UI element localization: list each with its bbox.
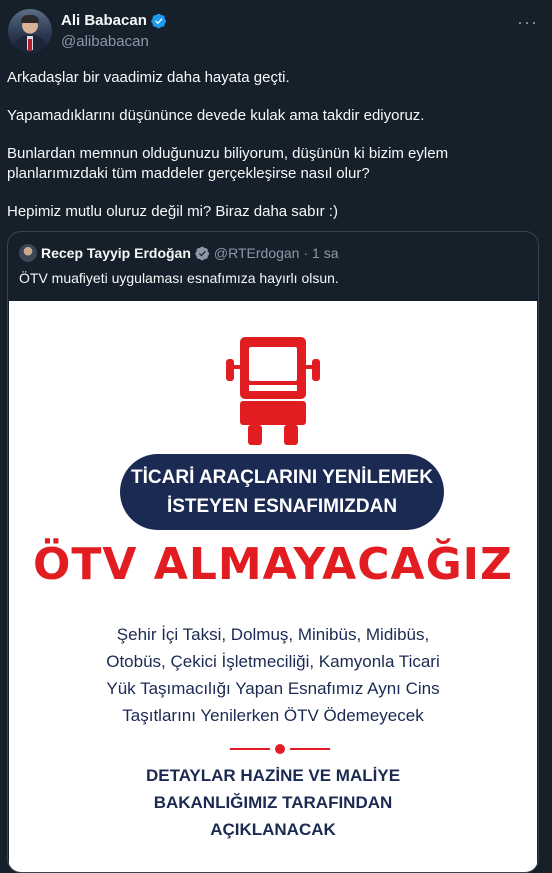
- verified-badge-icon: [151, 13, 166, 28]
- quoted-media-image[interactable]: TİCARİ ARAÇLARINI YENİLEMEK İSTEYEN ESNA…: [9, 301, 537, 872]
- quoted-author-avatar[interactable]: [19, 244, 37, 262]
- verified-badge-icon: [195, 246, 209, 260]
- poster-headline: ÖTV ALMAYACAĞIZ: [33, 539, 513, 590]
- author-name-row: Ali Babacan: [61, 12, 167, 29]
- author-name[interactable]: Ali Babacan: [61, 12, 147, 29]
- poster-footer-line: BAKANLIĞIMIZ TARAFINDAN: [153, 793, 393, 812]
- poster-pill-line: TİCARİ ARAÇLARINI YENİLEMEK: [131, 467, 433, 488]
- quoted-timestamp[interactable]: · 1 sa: [303, 245, 338, 261]
- tweet-paragraph: Arkadaşlar bir vaadimiz daha hayata geçt…: [7, 69, 290, 86]
- tweet-body: Arkadaşlar bir vaadimiz daha hayata geçt…: [7, 68, 537, 240]
- tweet-paragraph: Bunlardan memnun olduğunuzu biliyorum, d…: [7, 145, 449, 182]
- poster-description: Şehir İçi Taksi, Dolmuş, Minibüs, Midibü…: [9, 621, 537, 729]
- quoted-tweet-text: ÖTV muafiyeti uygulaması esnafımıza hayı…: [19, 270, 339, 286]
- quoted-author-name[interactable]: Recep Tayyip Erdoğan: [41, 245, 191, 261]
- truck-icon: [226, 337, 320, 445]
- poster-footer-line: DETAYLAR HAZİNE VE MALİYE: [145, 766, 401, 785]
- quoted-tweet-header: Recep Tayyip Erdoğan @RTErdogan · 1 sa: [19, 244, 338, 262]
- tweet-paragraph: Hepimiz mutlu oluruz değil mi? Biraz dah…: [7, 203, 338, 220]
- poster-footer: DETAYLAR HAZİNE VE MALİYE BAKANLIĞIMIZ T…: [9, 762, 537, 843]
- quoted-author-handle[interactable]: @RTErdogan: [214, 245, 300, 261]
- poster-description-line: Yük Taşımacılığı Yapan Esnafımız Aynı Ci…: [106, 679, 440, 698]
- poster-description-line: Şehir İçi Taksi, Dolmuş, Minibüs, Midibü…: [116, 625, 430, 644]
- poster-pill-line: İSTEYEN ESNAFIMIZDAN: [166, 496, 398, 517]
- poster-divider: [230, 744, 330, 754]
- quoted-tweet[interactable]: Recep Tayyip Erdoğan @RTErdogan · 1 sa Ö…: [7, 231, 539, 873]
- poster-pill: TİCARİ ARAÇLARINI YENİLEMEK İSTEYEN ESNA…: [120, 454, 444, 530]
- author-handle[interactable]: @alibabacan: [61, 33, 149, 50]
- poster-description-line: Taşıtlarını Yenilerken ÖTV Ödemeyecek: [122, 706, 424, 725]
- poster-footer-line: AÇIKLANACAK: [210, 820, 336, 839]
- more-options-icon[interactable]: ···: [517, 12, 538, 33]
- poster-description-line: Otobüs, Çekici İşletmeciliği, Kamyonla T…: [106, 652, 440, 671]
- author-avatar[interactable]: [8, 9, 52, 53]
- tweet-header: Ali Babacan @alibabacan ···: [0, 0, 552, 64]
- tweet-paragraph: Yapamadıklarını düşününce devede kulak a…: [7, 107, 425, 124]
